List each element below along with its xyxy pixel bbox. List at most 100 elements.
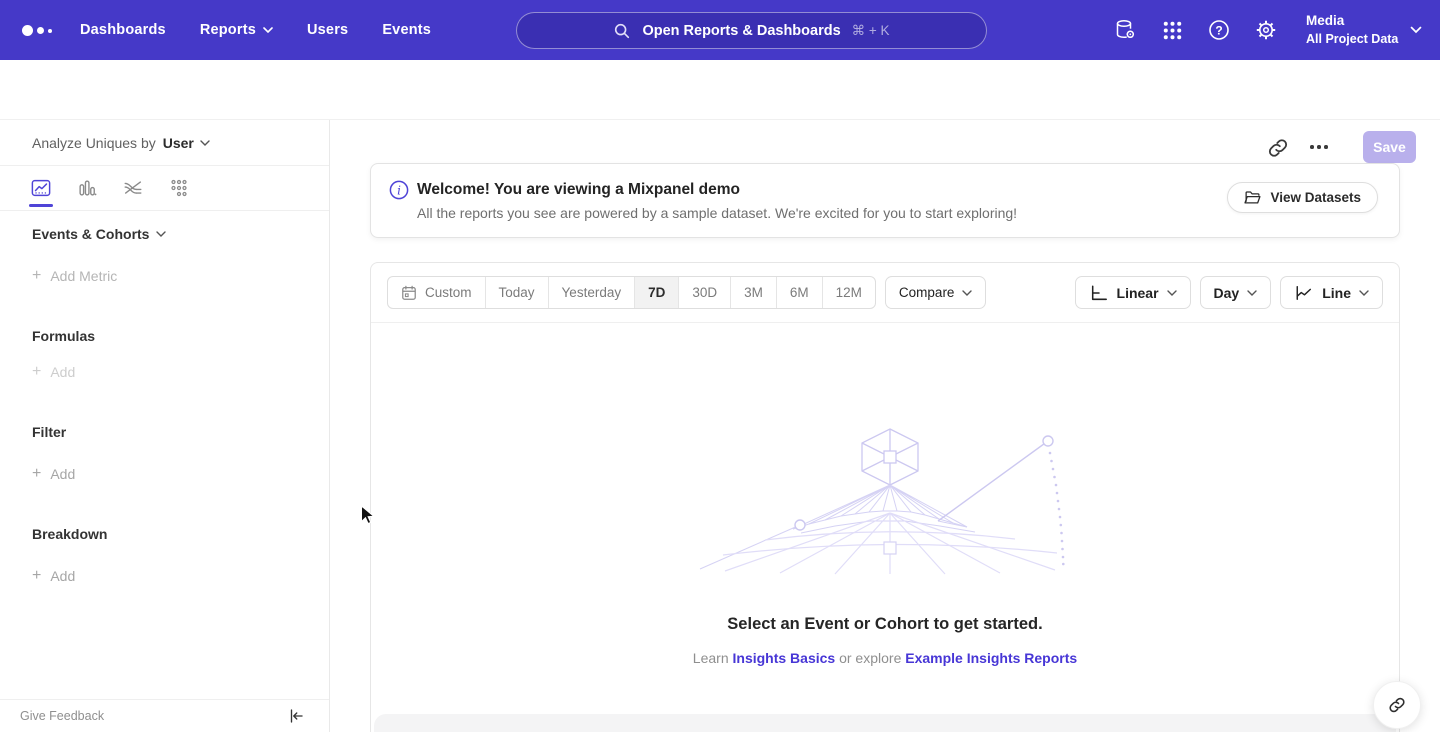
date-range-custom[interactable]: Custom — [388, 277, 485, 308]
tab-line-chart[interactable] — [29, 166, 53, 211]
nav-item-label: Users — [307, 22, 348, 38]
chevron-down-icon — [263, 27, 273, 33]
save-button[interactable]: Save — [1363, 131, 1416, 163]
chart-type-tabs — [0, 166, 329, 211]
svg-text:?: ? — [1215, 24, 1222, 38]
folder-icon — [1244, 190, 1261, 205]
copy-link-icon[interactable] — [1266, 136, 1290, 160]
breakdown-section: Breakdown — [32, 526, 107, 542]
axes-icon — [1089, 284, 1109, 302]
tab-bar-chart[interactable] — [75, 166, 99, 211]
granularity-label: Day — [1214, 285, 1240, 301]
data-management-icon[interactable] — [1112, 17, 1138, 43]
global-search[interactable]: Open Reports & Dashboards ⌘ + K — [516, 12, 987, 49]
metrics-grid-icon — [168, 177, 190, 199]
give-feedback-link[interactable]: Give Feedback — [20, 709, 104, 723]
apps-grid-icon[interactable] — [1159, 17, 1185, 43]
svg-text:i: i — [397, 184, 401, 198]
query-builder-sidebar: Analyze Uniques by User — [0, 120, 330, 732]
top-navigation: Dashboards Reports Users Events Open Rep… — [0, 0, 1440, 60]
add-metric-label: Add Metric — [50, 268, 117, 284]
date-range-label: Yesterday — [562, 285, 622, 300]
view-datasets-button[interactable]: View Datasets — [1227, 182, 1378, 213]
empty-state-illustration — [695, 423, 1075, 575]
tab-metrics-grid[interactable] — [167, 166, 191, 211]
chevron-down-icon[interactable] — [1410, 26, 1422, 34]
date-range-12m[interactable]: 12M — [822, 277, 875, 308]
nav-item-events[interactable]: Events — [382, 22, 431, 38]
mixpanel-logo-icon[interactable] — [22, 25, 52, 36]
more-options-icon[interactable] — [1310, 145, 1328, 149]
analyze-row: Analyze Uniques by User — [0, 120, 329, 166]
nav-item-label: Events — [382, 22, 431, 38]
date-range-label: 7D — [648, 285, 665, 300]
search-placeholder: Open Reports & Dashboards — [642, 23, 840, 39]
report-header: Untitled + Add description... Save — [0, 60, 1440, 120]
search-icon — [613, 22, 631, 40]
banner-title: Welcome! You are viewing a Mixpanel demo — [417, 181, 740, 199]
date-range-30d[interactable]: 30D — [678, 277, 730, 308]
project-env: All Project Data — [1306, 31, 1398, 48]
learn-prefix: Learn — [693, 650, 729, 666]
collapse-sidebar-icon[interactable] — [287, 707, 305, 725]
quick-share-button[interactable] — [1373, 681, 1421, 729]
compare-button[interactable]: Compare — [885, 276, 987, 309]
formulas-section: Formulas — [32, 328, 95, 344]
add-breakdown-button[interactable]: + Add — [32, 568, 75, 584]
scale-label: Linear — [1117, 285, 1159, 301]
nav-item-users[interactable]: Users — [307, 22, 348, 38]
date-range-7d[interactable]: 7D — [634, 277, 678, 308]
line-chart-icon — [30, 177, 52, 199]
empty-state-title: Select an Event or Cohort to get started… — [371, 615, 1399, 634]
flow-sankey-icon — [122, 177, 144, 199]
nav-item-dashboards[interactable]: Dashboards — [80, 22, 166, 38]
date-range-label: 12M — [836, 285, 862, 300]
analyze-by-selector[interactable]: User — [163, 135, 210, 151]
tab-flow-chart[interactable] — [121, 166, 145, 211]
section-title: Breakdown — [32, 526, 107, 542]
chart-display-controls: Linear Day Line — [1075, 276, 1383, 309]
empty-state-links: Learn Insights Basics or explore Example… — [371, 650, 1399, 666]
banner-subtitle: All the reports you see are powered by a… — [417, 205, 1017, 221]
add-formula-button[interactable]: + Add — [32, 364, 75, 380]
date-range-3m[interactable]: 3M — [730, 277, 776, 308]
add-metric-button[interactable]: + Add Metric — [32, 268, 117, 284]
plus-icon: + — [32, 365, 41, 379]
granularity-selector[interactable]: Day — [1200, 276, 1272, 309]
analyze-label: Analyze Uniques by — [32, 135, 156, 151]
search-shortcut: ⌘ + K — [852, 23, 890, 39]
insights-basics-link[interactable]: Insights Basics — [733, 650, 836, 666]
nav-item-label: Reports — [200, 22, 256, 38]
info-icon: i — [389, 180, 409, 200]
chevron-down-icon — [1359, 290, 1369, 296]
chart-type-label: Line — [1322, 285, 1351, 301]
date-range-today[interactable]: Today — [485, 277, 548, 308]
date-range-6m[interactable]: 6M — [776, 277, 822, 308]
scale-selector[interactable]: Linear — [1075, 276, 1191, 309]
add-formula-label: Add — [50, 364, 75, 380]
date-range-label: 30D — [692, 285, 717, 300]
example-reports-link[interactable]: Example Insights Reports — [905, 650, 1077, 666]
date-range-label: 6M — [790, 285, 809, 300]
view-datasets-label: View Datasets — [1270, 190, 1361, 205]
project-name: Media — [1306, 12, 1398, 30]
chart-type-selector[interactable]: Line — [1280, 276, 1383, 309]
results-panel-peek[interactable] — [374, 714, 1396, 732]
add-filter-button[interactable]: + Add — [32, 466, 75, 482]
project-switcher[interactable]: Media All Project Data — [1306, 12, 1398, 47]
chevron-down-icon — [962, 290, 972, 296]
welcome-banner: i Welcome! You are viewing a Mixpanel de… — [370, 163, 1400, 238]
date-range-yesterday[interactable]: Yesterday — [548, 277, 635, 308]
nav-item-reports[interactable]: Reports — [200, 22, 273, 38]
chevron-down-icon — [1247, 290, 1257, 296]
help-icon[interactable]: ? — [1206, 17, 1232, 43]
date-range-label: Custom — [425, 285, 472, 300]
section-title: Events & Cohorts — [32, 226, 149, 242]
events-cohorts-section[interactable]: Events & Cohorts — [32, 226, 166, 242]
settings-gear-icon[interactable] — [1253, 17, 1279, 43]
compare-label: Compare — [899, 285, 955, 300]
add-breakdown-label: Add — [50, 568, 75, 584]
sidebar-footer: Give Feedback — [0, 699, 329, 732]
date-range-segmented-control: Custom Today Yesterday 7D 30D 3M 6M 12M — [387, 276, 876, 309]
section-title: Filter — [32, 424, 66, 440]
